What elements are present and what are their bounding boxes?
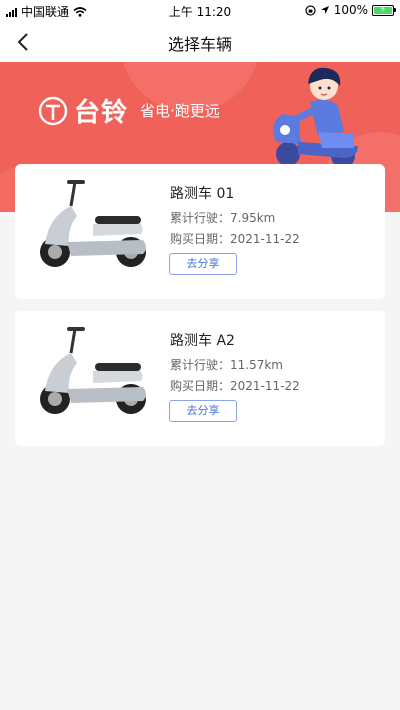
status-right: 100% ⚡: [305, 3, 396, 17]
navigation-bar: 选择车辆: [0, 20, 400, 62]
vehicle-name: 路测车 01: [170, 186, 235, 202]
rider-illustration: [273, 67, 358, 168]
battery-icon: ⚡: [372, 4, 396, 16]
vehicle-mileage: 累计行驶：7.95km: [170, 211, 276, 225]
share-button[interactable]: 去分享: [169, 253, 237, 275]
brand-logo: 台铃 省电·跑更远: [38, 92, 220, 129]
scooter-image: [40, 327, 146, 414]
vehicle-purchase-date: 购买日期：2021-11-22: [170, 232, 300, 246]
brand-slogan: 省电·跑更远: [140, 102, 220, 120]
battery-percent: 100%: [333, 3, 368, 17]
vehicle-mileage: 累计行驶：11.57km: [170, 358, 283, 372]
status-bar: 中国联通 上午 11:20 100% ⚡: [0, 0, 400, 20]
tailg-logo-icon: [38, 96, 68, 125]
page-title: 选择车辆: [167, 35, 232, 54]
share-button[interactable]: 去分享: [169, 400, 237, 422]
rotation-lock-icon: [305, 4, 316, 16]
vehicle-card[interactable]: 路测车 A2 累计行驶：11.57km 购买日期：2021-11-22 去分享: [15, 311, 385, 446]
scooter-image: [40, 180, 146, 267]
vehicle-name: 路测车 A2: [170, 333, 235, 349]
location-icon: [320, 6, 329, 14]
vehicle-card[interactable]: 路测车 01 累计行驶：7.95km 购买日期：2021-11-22 去分享: [15, 164, 385, 299]
brand-name: 台铃: [74, 98, 129, 128]
vehicle-purchase-date: 购买日期：2021-11-22: [170, 379, 300, 393]
